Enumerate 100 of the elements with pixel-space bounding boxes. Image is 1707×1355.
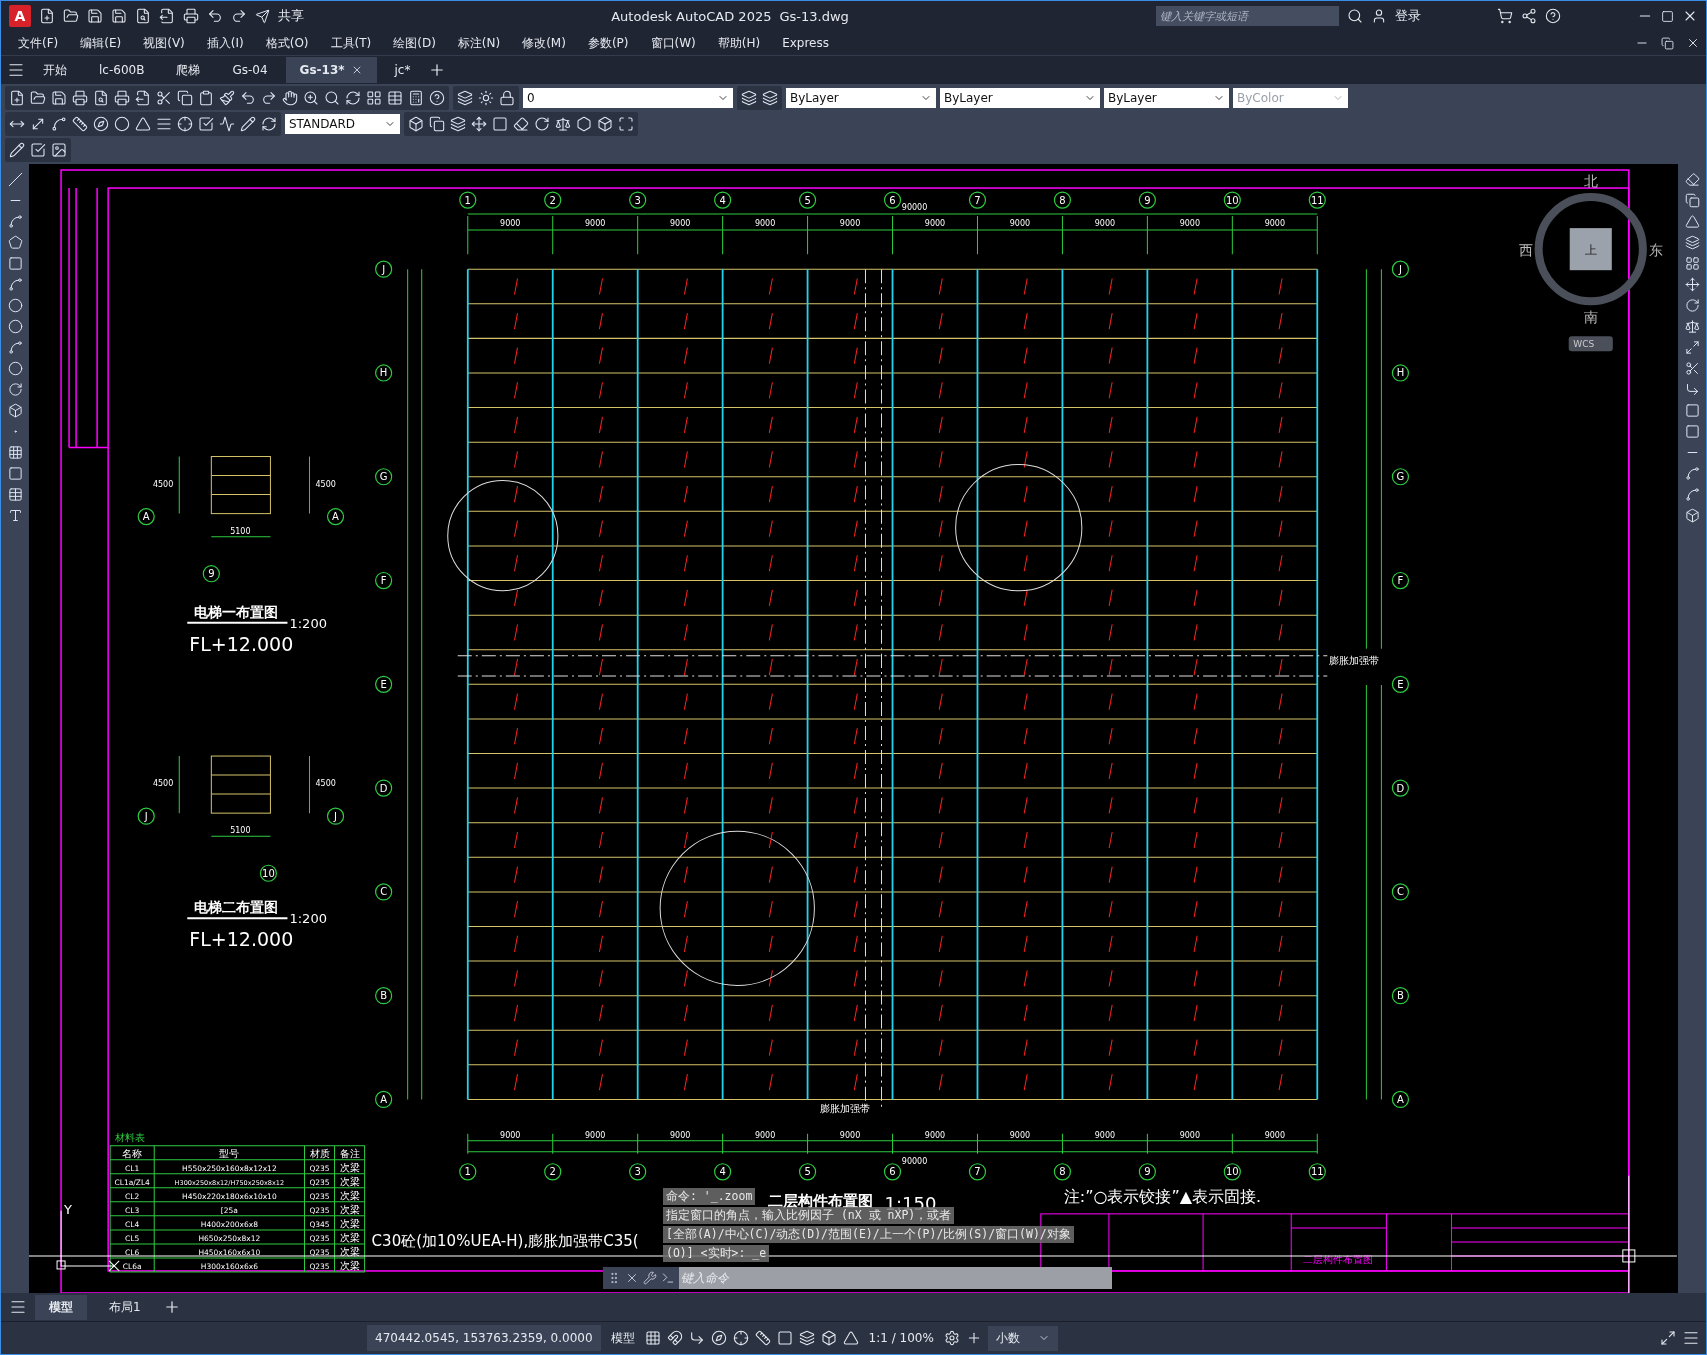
box-icon[interactable] xyxy=(597,116,613,132)
layer-state-icon[interactable] xyxy=(762,90,778,106)
polygon-icon[interactable] xyxy=(7,235,23,250)
line-icon[interactable] xyxy=(7,172,23,187)
menu-item[interactable]: Express xyxy=(771,36,840,50)
viewcube[interactable] xyxy=(1534,193,1647,306)
menu-item[interactable]: 帮助(H) xyxy=(706,34,772,52)
document-tab[interactable]: Gs-04 xyxy=(218,57,282,83)
trim-icon[interactable] xyxy=(1684,361,1700,376)
settings-icon[interactable] xyxy=(943,1330,960,1346)
close-icon[interactable] xyxy=(625,1271,639,1285)
document-tab[interactable]: lc-600B xyxy=(85,57,159,83)
printer-icon[interactable] xyxy=(114,90,130,106)
command-input[interactable]: 键入命令 xyxy=(679,1267,1112,1289)
undo-icon[interactable] xyxy=(207,8,223,24)
move-icon[interactable] xyxy=(1684,277,1700,292)
network-icon[interactable] xyxy=(1521,8,1537,24)
menu-item[interactable]: 工具(T) xyxy=(319,34,383,52)
lineweight-dropdown[interactable]: ByLayer xyxy=(1104,88,1229,108)
cut-icon[interactable] xyxy=(156,90,172,106)
image-icon[interactable] xyxy=(51,142,67,158)
export-icon[interactable] xyxy=(159,8,175,24)
export-icon[interactable] xyxy=(135,90,151,106)
polar-icon[interactable] xyxy=(710,1330,727,1346)
array-icon[interactable] xyxy=(1684,256,1700,271)
help-icon[interactable] xyxy=(429,90,445,106)
login-button[interactable]: 登录 xyxy=(1395,7,1421,25)
arc-icon[interactable] xyxy=(51,116,67,132)
menu-icon[interactable] xyxy=(9,1298,27,1316)
lineweight-icon[interactable] xyxy=(754,1330,771,1346)
center-mark-icon[interactable] xyxy=(177,116,193,132)
menu-item[interactable]: 插入(I) xyxy=(195,34,255,52)
pencil-icon[interactable] xyxy=(240,116,256,132)
explode-icon[interactable] xyxy=(1684,508,1700,523)
arc-icon[interactable] xyxy=(7,277,23,292)
layers-icon[interactable] xyxy=(457,90,473,106)
block-icon[interactable] xyxy=(7,403,23,418)
redo-icon[interactable] xyxy=(261,90,277,106)
polyline-icon[interactable] xyxy=(7,214,23,229)
aligned-dimension-icon[interactable] xyxy=(30,116,46,132)
menu-item[interactable]: 视图(V) xyxy=(132,34,196,52)
prompt-icon[interactable] xyxy=(661,1271,675,1285)
folder-icon[interactable] xyxy=(30,90,46,106)
blend-icon[interactable] xyxy=(1684,487,1700,502)
units-dropdown[interactable]: 小数 xyxy=(987,1325,1058,1351)
menu-item[interactable]: 文件(F) xyxy=(7,34,70,52)
table-icon[interactable] xyxy=(387,90,403,106)
rectangle-icon[interactable] xyxy=(7,256,23,271)
search-field[interactable]: 键入关键字或短语 xyxy=(1156,6,1339,26)
linetype-dropdown[interactable]: ByLayer xyxy=(940,88,1100,108)
rotate-icon[interactable] xyxy=(534,116,550,132)
brush-icon[interactable] xyxy=(219,90,235,106)
square-icon[interactable] xyxy=(492,116,508,132)
zoom-icon[interactable] xyxy=(303,90,319,106)
clipboard-icon[interactable] xyxy=(198,90,214,106)
edit-icon[interactable] xyxy=(9,142,25,158)
maximize-icon[interactable] xyxy=(1661,9,1674,23)
share-button[interactable]: 共享 xyxy=(278,7,304,25)
osnap-icon[interactable] xyxy=(732,1330,749,1346)
copy-icon[interactable] xyxy=(429,116,445,132)
triangle-icon[interactable] xyxy=(135,116,151,132)
check-icon[interactable] xyxy=(198,116,214,132)
viewcube-face[interactable]: 上 xyxy=(1569,228,1612,271)
search-icon[interactable] xyxy=(1347,8,1363,24)
hatch-icon[interactable] xyxy=(7,445,23,460)
stretch-icon[interactable] xyxy=(1684,340,1700,355)
update-icon[interactable] xyxy=(261,116,277,132)
folder-icon[interactable] xyxy=(63,8,79,24)
copy-icon[interactable] xyxy=(177,90,193,106)
sun-icon[interactable] xyxy=(478,90,494,106)
wcs-button[interactable]: WCS xyxy=(1568,336,1613,352)
box-icon[interactable] xyxy=(408,116,424,132)
fillet-icon[interactable] xyxy=(1684,466,1700,481)
ruler-icon[interactable] xyxy=(72,116,88,132)
menu-item[interactable]: 格式(O) xyxy=(254,34,320,52)
new-file-icon[interactable] xyxy=(39,8,55,24)
restore-icon[interactable] xyxy=(1661,36,1674,50)
layout-tab[interactable]: 布局1 xyxy=(95,1294,155,1320)
cart-icon[interactable] xyxy=(1497,8,1513,24)
share-icon[interactable] xyxy=(255,8,270,24)
document-tab[interactable]: jc* xyxy=(380,57,425,83)
preview-icon[interactable] xyxy=(93,90,109,106)
new-file-icon[interactable] xyxy=(9,90,25,106)
spline-icon[interactable] xyxy=(7,340,23,355)
color-dropdown[interactable]: ByLayer xyxy=(786,88,936,108)
layer-previous-icon[interactable] xyxy=(741,90,757,106)
table-icon[interactable] xyxy=(7,487,23,502)
text-style-dropdown[interactable]: STANDARD xyxy=(285,114,400,134)
annotation-scale-button[interactable]: 1:1 / 100% xyxy=(864,1331,938,1345)
printer-icon[interactable] xyxy=(72,90,88,106)
eraser-icon[interactable] xyxy=(1684,172,1700,187)
preview-icon[interactable] xyxy=(135,8,151,24)
rotate-icon[interactable] xyxy=(1684,298,1700,313)
grid-icon[interactable] xyxy=(366,90,382,106)
baseline-icon[interactable] xyxy=(156,116,172,132)
menu-item[interactable]: 修改(M) xyxy=(511,34,577,52)
eraser-icon[interactable] xyxy=(513,116,529,132)
document-tab[interactable]: Gs-13* xyxy=(285,57,377,83)
copy-icon[interactable] xyxy=(1684,193,1700,208)
fullscreen-icon[interactable] xyxy=(1660,1330,1676,1346)
